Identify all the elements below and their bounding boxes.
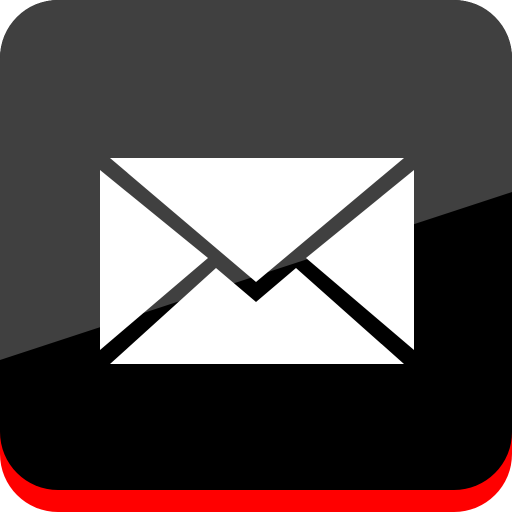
mail-icon-graphic (0, 0, 512, 512)
mail-app-icon[interactable] (0, 0, 512, 512)
envelope-icon (100, 158, 414, 364)
